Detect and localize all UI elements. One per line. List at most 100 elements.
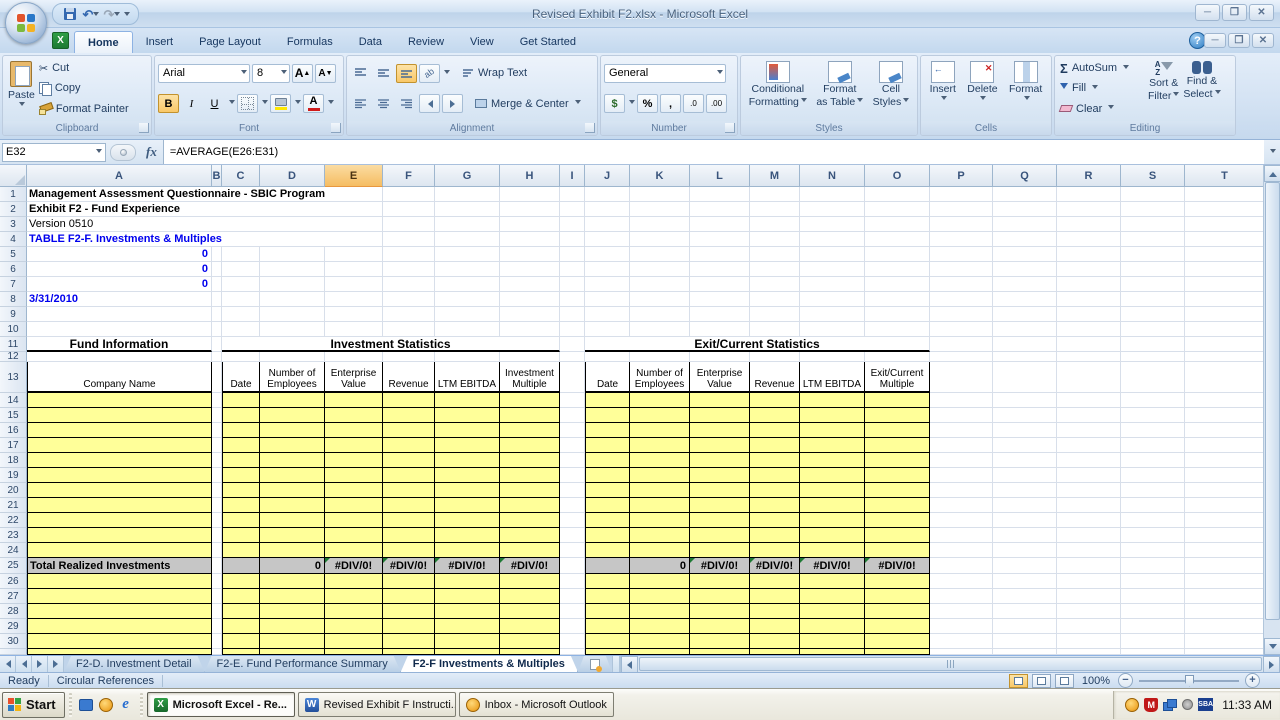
cell-R[interactable] bbox=[1057, 202, 1121, 217]
cell-inv-rev[interactable] bbox=[383, 589, 435, 604]
quicklaunch-outlook-icon[interactable] bbox=[96, 695, 116, 715]
cell-S[interactable] bbox=[1121, 322, 1185, 337]
cell-company[interactable] bbox=[27, 468, 212, 483]
cell-inv-ebitda[interactable] bbox=[435, 423, 500, 438]
cell-I[interactable] bbox=[560, 634, 585, 649]
cell-inv-ebitda[interactable] bbox=[435, 483, 500, 498]
cell-inv-ebitda[interactable] bbox=[435, 453, 500, 468]
underline-button[interactable]: U bbox=[204, 94, 225, 113]
cell-O[interactable] bbox=[865, 247, 930, 262]
cell-inv-rev[interactable] bbox=[383, 438, 435, 453]
cell-exit-mult[interactable] bbox=[865, 408, 930, 423]
quicklaunch-app-icon[interactable] bbox=[76, 695, 96, 715]
cell-B11[interactable] bbox=[212, 337, 222, 352]
cell-R[interactable] bbox=[1057, 528, 1121, 543]
cell-P[interactable] bbox=[930, 362, 993, 393]
cell-inv-ev[interactable] bbox=[325, 574, 383, 589]
cell-exit-ev[interactable] bbox=[690, 423, 750, 438]
cell-N[interactable] bbox=[800, 217, 865, 232]
cell-K[interactable] bbox=[630, 322, 690, 337]
cell-I[interactable] bbox=[560, 438, 585, 453]
cell-inv-rev[interactable] bbox=[383, 408, 435, 423]
cell-Q[interactable] bbox=[993, 277, 1057, 292]
cell-D[interactable] bbox=[260, 262, 325, 277]
cell-R[interactable] bbox=[1057, 438, 1121, 453]
cell-F[interactable] bbox=[383, 352, 435, 362]
column-header-L[interactable]: L bbox=[690, 165, 750, 187]
cell-exit-ev[interactable] bbox=[690, 528, 750, 543]
cell-O[interactable] bbox=[865, 292, 930, 307]
cell-T[interactable] bbox=[1185, 232, 1263, 247]
cell-E[interactable] bbox=[325, 292, 383, 307]
cell-C[interactable] bbox=[222, 277, 260, 292]
cell-exit-ev[interactable] bbox=[690, 589, 750, 604]
merge-center-button[interactable]: Merge & Center bbox=[473, 94, 583, 113]
cell-P[interactable] bbox=[930, 468, 993, 483]
cell-exit-mult[interactable] bbox=[865, 483, 930, 498]
cell-exit-ebitda[interactable] bbox=[800, 393, 865, 408]
cell-exit-emp[interactable] bbox=[630, 574, 690, 589]
cell-investment-statistics[interactable]: Investment Statistics bbox=[222, 337, 560, 352]
cell-H[interactable] bbox=[500, 307, 560, 322]
cell-D[interactable] bbox=[260, 307, 325, 322]
borders-dropdown-icon[interactable] bbox=[262, 100, 268, 107]
first-sheet-button[interactable] bbox=[0, 656, 16, 672]
clipboard-dialog-launcher[interactable] bbox=[139, 123, 149, 133]
row-header-4[interactable]: 4 bbox=[0, 232, 27, 247]
column-header-T[interactable]: T bbox=[1185, 165, 1263, 187]
cell-company[interactable] bbox=[27, 543, 212, 558]
cell-R[interactable] bbox=[1057, 513, 1121, 528]
align-bottom-button[interactable] bbox=[396, 64, 417, 83]
cell-I[interactable] bbox=[560, 604, 585, 619]
cell-T[interactable] bbox=[1185, 498, 1263, 513]
cell-exit-mult[interactable] bbox=[865, 498, 930, 513]
cell-E[interactable] bbox=[325, 232, 383, 247]
column-header-H[interactable]: H bbox=[500, 165, 560, 187]
formula-bar-handle[interactable] bbox=[110, 144, 136, 161]
shrink-font-button[interactable]: A▼ bbox=[315, 64, 336, 83]
cell-B25[interactable] bbox=[212, 558, 222, 574]
cell-E[interactable] bbox=[325, 307, 383, 322]
cell-exit-date[interactable] bbox=[585, 543, 630, 558]
cell-inv-mult[interactable] bbox=[500, 498, 560, 513]
start-button[interactable]: Start bbox=[2, 692, 65, 718]
cell-I[interactable] bbox=[560, 322, 585, 337]
cell-exit-date[interactable] bbox=[585, 408, 630, 423]
cell-S[interactable] bbox=[1121, 362, 1185, 393]
cell-N[interactable] bbox=[800, 292, 865, 307]
cell-C[interactable] bbox=[222, 322, 260, 337]
cell-L[interactable] bbox=[690, 262, 750, 277]
cell-inv-revenue-header[interactable]: Revenue bbox=[383, 362, 435, 393]
cell-inv-date[interactable] bbox=[222, 393, 260, 408]
column-header-C[interactable]: C bbox=[222, 165, 260, 187]
cell-T[interactable] bbox=[1185, 634, 1263, 649]
cell-Q[interactable] bbox=[993, 483, 1057, 498]
cell-C[interactable] bbox=[222, 352, 260, 362]
cell-company[interactable] bbox=[27, 513, 212, 528]
cell-exit-emp[interactable] bbox=[630, 634, 690, 649]
cell-inv-ebitda[interactable] bbox=[435, 468, 500, 483]
cell-inv-date[interactable] bbox=[222, 543, 260, 558]
cell-K[interactable] bbox=[630, 187, 690, 202]
cell-N[interactable] bbox=[800, 277, 865, 292]
align-right-button[interactable] bbox=[396, 94, 417, 113]
cell-exit-ebitda[interactable] bbox=[800, 483, 865, 498]
cell-F[interactable] bbox=[383, 262, 435, 277]
cell-exit-mult[interactable] bbox=[865, 438, 930, 453]
row-header[interactable]: 16 bbox=[0, 423, 27, 438]
cell-B[interactable] bbox=[212, 408, 222, 423]
cell-E[interactable] bbox=[325, 352, 383, 362]
cell-inv-ebitda[interactable] bbox=[435, 438, 500, 453]
cell-company[interactable] bbox=[27, 483, 212, 498]
cell-B[interactable] bbox=[212, 468, 222, 483]
row-header[interactable]: 20 bbox=[0, 483, 27, 498]
cell-R[interactable] bbox=[1057, 634, 1121, 649]
cell-inv-ebitda[interactable] bbox=[435, 513, 500, 528]
cell-inv-ev[interactable] bbox=[325, 634, 383, 649]
cell-M[interactable] bbox=[750, 322, 800, 337]
tab-get-started[interactable]: Get Started bbox=[507, 31, 589, 53]
cell-T[interactable] bbox=[1185, 262, 1263, 277]
scroll-right-button[interactable] bbox=[1263, 656, 1280, 673]
cell-N[interactable] bbox=[800, 247, 865, 262]
column-header-N[interactable]: N bbox=[800, 165, 865, 187]
